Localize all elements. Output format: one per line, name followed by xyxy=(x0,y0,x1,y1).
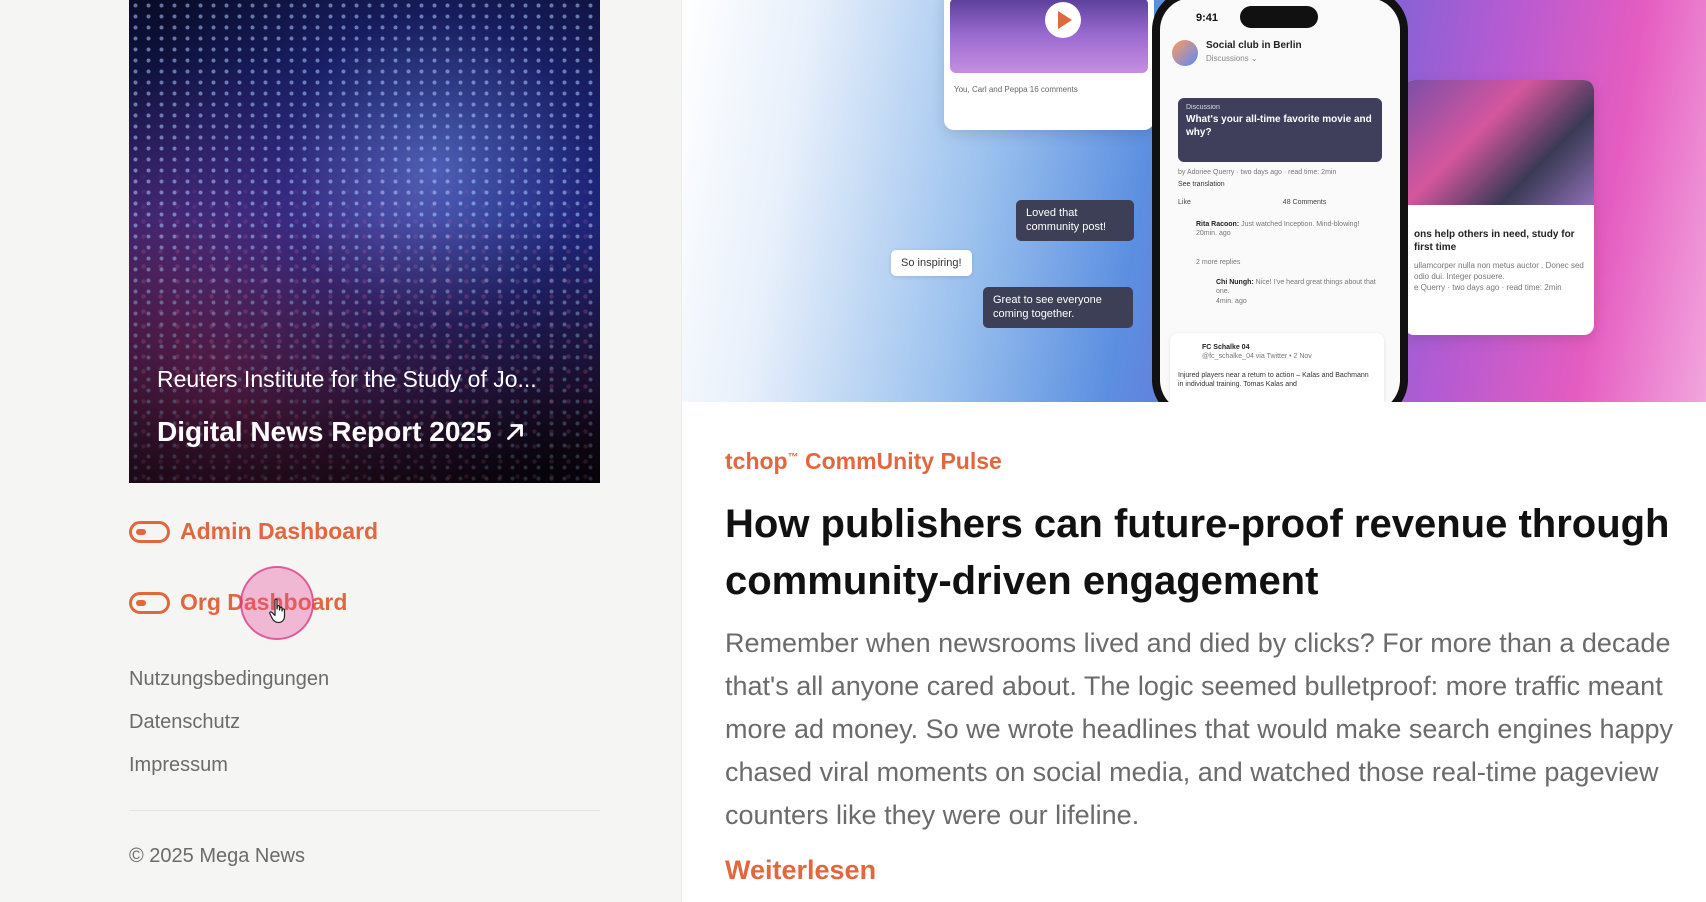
group-avatar xyxy=(1172,40,1198,66)
article-excerpt: Remember when newsrooms lived and died b… xyxy=(725,628,1674,830)
mock-card-meta: You, Carl and Peppa 16 comments xyxy=(954,85,1078,94)
comment-author: Chi Nungh: xyxy=(1216,279,1254,286)
toggle-icon xyxy=(129,591,170,614)
article-category[interactable]: tchop™ CommUnity Pulse xyxy=(725,448,1002,475)
mock-story-title: ons help others in need, study for first… xyxy=(1414,229,1575,253)
feed-card-name: FC Schalke 04 xyxy=(1202,344,1250,351)
promo-title-text: Digital News Report 2025 xyxy=(157,416,492,447)
group-sub: Discussions ⌄ xyxy=(1206,54,1258,63)
hero-image: You, Carl and Peppa 16 comments ons help… xyxy=(682,0,1706,402)
hand-pointer-icon xyxy=(269,598,286,624)
discussion-card: Discussion What's your all-time favorite… xyxy=(1178,98,1382,162)
mock-story-card: ons help others in need, study for first… xyxy=(1404,80,1594,335)
chat-bubble: Loved that community post! xyxy=(1016,200,1134,241)
feed-card-header: FC Schalke 04 @fc_schalke_04 via Twitter… xyxy=(1202,343,1372,362)
footer-link-terms[interactable]: Nutzungsbedingungen xyxy=(129,668,329,691)
discussion-question: What's your all-time favorite movie and … xyxy=(1186,114,1372,138)
article-card[interactable]: You, Carl and Peppa 16 comments ons help… xyxy=(681,0,1706,902)
footer-link-privacy[interactable]: Datenschutz xyxy=(129,711,240,734)
play-icon xyxy=(1045,2,1081,38)
chat-bubble: So inspiring! xyxy=(891,250,972,277)
org-dashboard-link[interactable]: Org Dashboard xyxy=(129,589,347,616)
comment-time: 20min. ago xyxy=(1196,230,1231,238)
toggle-icon xyxy=(129,520,170,543)
read-more-link[interactable]: Weiterlesen xyxy=(725,855,876,886)
comment: Chi Nungh: Nice! I've heard great things… xyxy=(1216,278,1376,306)
mock-photo-cyclist xyxy=(1404,80,1594,205)
comment-text: Just watched Inception. Mind-blowing! xyxy=(1241,221,1360,228)
promo-shade xyxy=(129,0,600,483)
mock-story-text: ullamcorper nulla non metus auctor . Don… xyxy=(1414,260,1584,294)
phone-time: 9:41 xyxy=(1196,12,1219,24)
comment-time: 4min. ago xyxy=(1216,297,1247,305)
feed-card-text: Injured players near a return to action … xyxy=(1178,372,1369,389)
feed-card-meta: @fc_schalke_04 via Twitter • 2 Nov xyxy=(1202,353,1312,361)
mock-phone: 9:41 Social club in Berlin Discussions ⌄… xyxy=(1152,0,1408,402)
trademark-mark: ™ xyxy=(787,451,799,464)
discussion-tag: Discussion xyxy=(1186,104,1220,111)
admin-dashboard-link[interactable]: Admin Dashboard xyxy=(129,518,378,545)
admin-dashboard-label: Admin Dashboard xyxy=(180,518,379,544)
promo-card-digital-news-report[interactable]: Reuters Institute for the Study of Jo...… xyxy=(129,0,600,483)
comments-label: 48 Comments xyxy=(1282,199,1327,206)
post-meta: by Adoriee Querry · two days ago · read … xyxy=(1178,169,1337,176)
footer-divider xyxy=(129,810,600,811)
kicker-series: CommUnity Pulse xyxy=(798,448,1002,474)
copyright: © 2025 Mega News xyxy=(129,845,305,867)
external-arrow-icon xyxy=(506,424,523,440)
mock-story-meta: e Querry · two days ago · read time: 2mi… xyxy=(1414,283,1562,293)
like-label: Like xyxy=(1178,199,1191,206)
phone-screen: 9:41 Social club in Berlin Discussions ⌄… xyxy=(1160,0,1400,402)
chat-bubble: Great to see everyone coming together. xyxy=(983,287,1133,328)
comment: Rita Racoon: Just watched Inception. Min… xyxy=(1196,220,1376,239)
comment-author: Rita Racoon: xyxy=(1196,221,1240,228)
sidebar: Reuters Institute for the Study of Jo...… xyxy=(0,0,680,902)
feed-card: FC Schalke 04 @fc_schalke_04 via Twitter… xyxy=(1170,333,1384,402)
group-name: Social club in Berlin xyxy=(1206,40,1302,51)
footer-link-imprint[interactable]: Impressum xyxy=(129,754,228,777)
see-translation: See translation xyxy=(1178,181,1225,188)
mock-story-body: ullamcorper nulla non metus auctor . Don… xyxy=(1414,261,1584,282)
kicker-brand: tchop xyxy=(725,448,788,474)
phone-notch xyxy=(1240,6,1318,28)
more-replies: 2 more replies xyxy=(1196,259,1241,266)
post-actions: Like 48 Comments xyxy=(1178,198,1382,207)
promo-title: Digital News Report 2025 xyxy=(157,416,528,448)
article-title[interactable]: How publishers can future-proof revenue … xyxy=(725,496,1685,610)
promo-source: Reuters Institute for the Study of Jo... xyxy=(157,366,537,392)
